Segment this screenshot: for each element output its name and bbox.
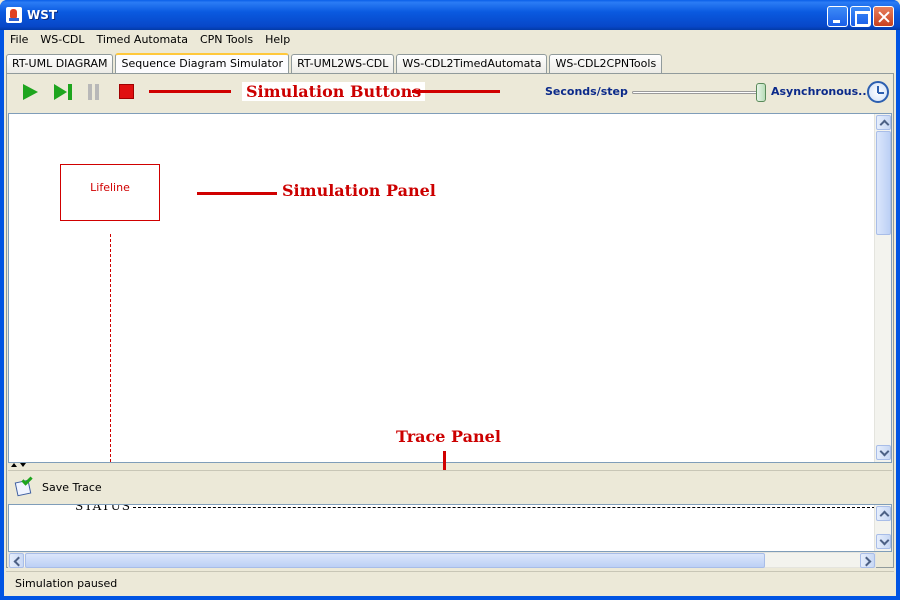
tab-rt-uml2ws-cdl[interactable]: RT-UML2WS-CDL — [291, 54, 395, 73]
tab-ws-cdl2cpntools[interactable]: WS-CDL2CPNTools — [549, 54, 663, 73]
lifeline-box[interactable]: Lifeline — [60, 164, 160, 221]
simulation-toolbar: Simulation Buttons Seconds/step Asynchro… — [7, 74, 893, 112]
annotation-line-sim-panel — [197, 192, 277, 195]
menu-timed-automata[interactable]: Timed Automata — [91, 30, 194, 50]
lifeline-label: Lifeline — [90, 181, 130, 194]
menu-file[interactable]: File — [4, 30, 34, 50]
simulation-panel: Lifeline Simulation Panel Trace Panel — [8, 113, 892, 463]
tab-ws-cdl2timedautomata[interactable]: WS-CDL2TimedAutomata — [396, 54, 548, 73]
mode-label: Asynchronous... — [771, 85, 871, 98]
title-bar[interactable]: WST — [0, 0, 900, 30]
horizontal-scroll-thumb[interactable] — [25, 553, 765, 568]
status-text: Simulation paused — [15, 577, 118, 590]
minimize-button[interactable] — [827, 6, 848, 27]
status-bar: Simulation paused — [6, 571, 894, 593]
java-app-icon — [6, 7, 22, 23]
seconds-per-step-label: Seconds/step — [545, 85, 628, 98]
menu-help[interactable]: Help — [259, 30, 296, 50]
tab-strip: RT-UML DIAGRAM Sequence Diagram Simulato… — [6, 52, 664, 74]
annotation-line-right — [412, 90, 500, 93]
save-trace-button[interactable]: Save Trace — [42, 481, 102, 494]
play-icon[interactable] — [23, 84, 38, 100]
pause-icon[interactable] — [88, 84, 100, 100]
trace-horizontal-scrollbar[interactable] — [8, 552, 876, 568]
menu-cpn-tools[interactable]: CPN Tools — [194, 30, 259, 50]
speed-slider[interactable] — [632, 91, 762, 94]
window-title: WST — [27, 8, 58, 22]
splitter-down-arrow-icon[interactable] — [20, 463, 26, 467]
trace-toolbar: Save Trace — [8, 470, 892, 504]
client-area: File WS-CDL Timed Automata CPN Tools Hel… — [4, 30, 896, 596]
step-bar — [68, 84, 72, 100]
scroll-down-button[interactable] — [876, 445, 891, 460]
menu-ws-cdl[interactable]: WS-CDL — [34, 30, 90, 50]
step-triangle — [54, 84, 67, 100]
panel-splitter[interactable] — [8, 463, 892, 470]
close-button[interactable] — [873, 6, 894, 27]
stop-icon[interactable] — [119, 84, 134, 99]
simulation-vertical-scrollbar[interactable] — [874, 114, 891, 462]
maximize-button[interactable] — [850, 6, 871, 27]
scroll-right-button[interactable] — [860, 553, 875, 568]
annotation-simulation-buttons: Simulation Buttons — [242, 82, 426, 101]
menu-bar: File WS-CDL Timed Automata CPN Tools Hel… — [4, 30, 896, 50]
step-icon[interactable] — [54, 84, 73, 100]
trace-status-text: STATUS — [75, 504, 131, 513]
trace-scroll-down-button[interactable] — [876, 534, 891, 549]
scroll-left-button[interactable] — [9, 553, 24, 568]
trace-dashed-line — [133, 507, 875, 508]
annotation-trace-panel: Trace Panel — [396, 427, 501, 446]
scroll-thumb[interactable] — [876, 131, 891, 235]
annotation-line-left — [149, 90, 231, 93]
clock-icon[interactable] — [867, 81, 889, 103]
tab-sequence-diagram-simulator[interactable]: Sequence Diagram Simulator — [115, 53, 290, 74]
trace-vertical-scrollbar[interactable] — [874, 505, 891, 551]
trace-scroll-up-button[interactable] — [876, 506, 891, 521]
splitter-up-arrow-icon[interactable] — [11, 463, 17, 467]
trace-panel[interactable]: STATUS — [8, 504, 892, 552]
tab-rt-uml-diagram[interactable]: RT-UML DIAGRAM — [6, 54, 114, 73]
simulator-tab-panel: Simulation Buttons Seconds/step Asynchro… — [6, 73, 894, 568]
lifeline-dashed-line — [110, 234, 111, 462]
app-window: WST File WS-CDL Timed Automata CPN Tools… — [0, 0, 900, 600]
speed-slider-thumb[interactable] — [756, 83, 766, 102]
save-trace-icon[interactable] — [14, 474, 34, 497]
annotation-simulation-panel: Simulation Panel — [282, 181, 436, 200]
scroll-up-button[interactable] — [876, 115, 891, 130]
save-check — [21, 474, 33, 486]
